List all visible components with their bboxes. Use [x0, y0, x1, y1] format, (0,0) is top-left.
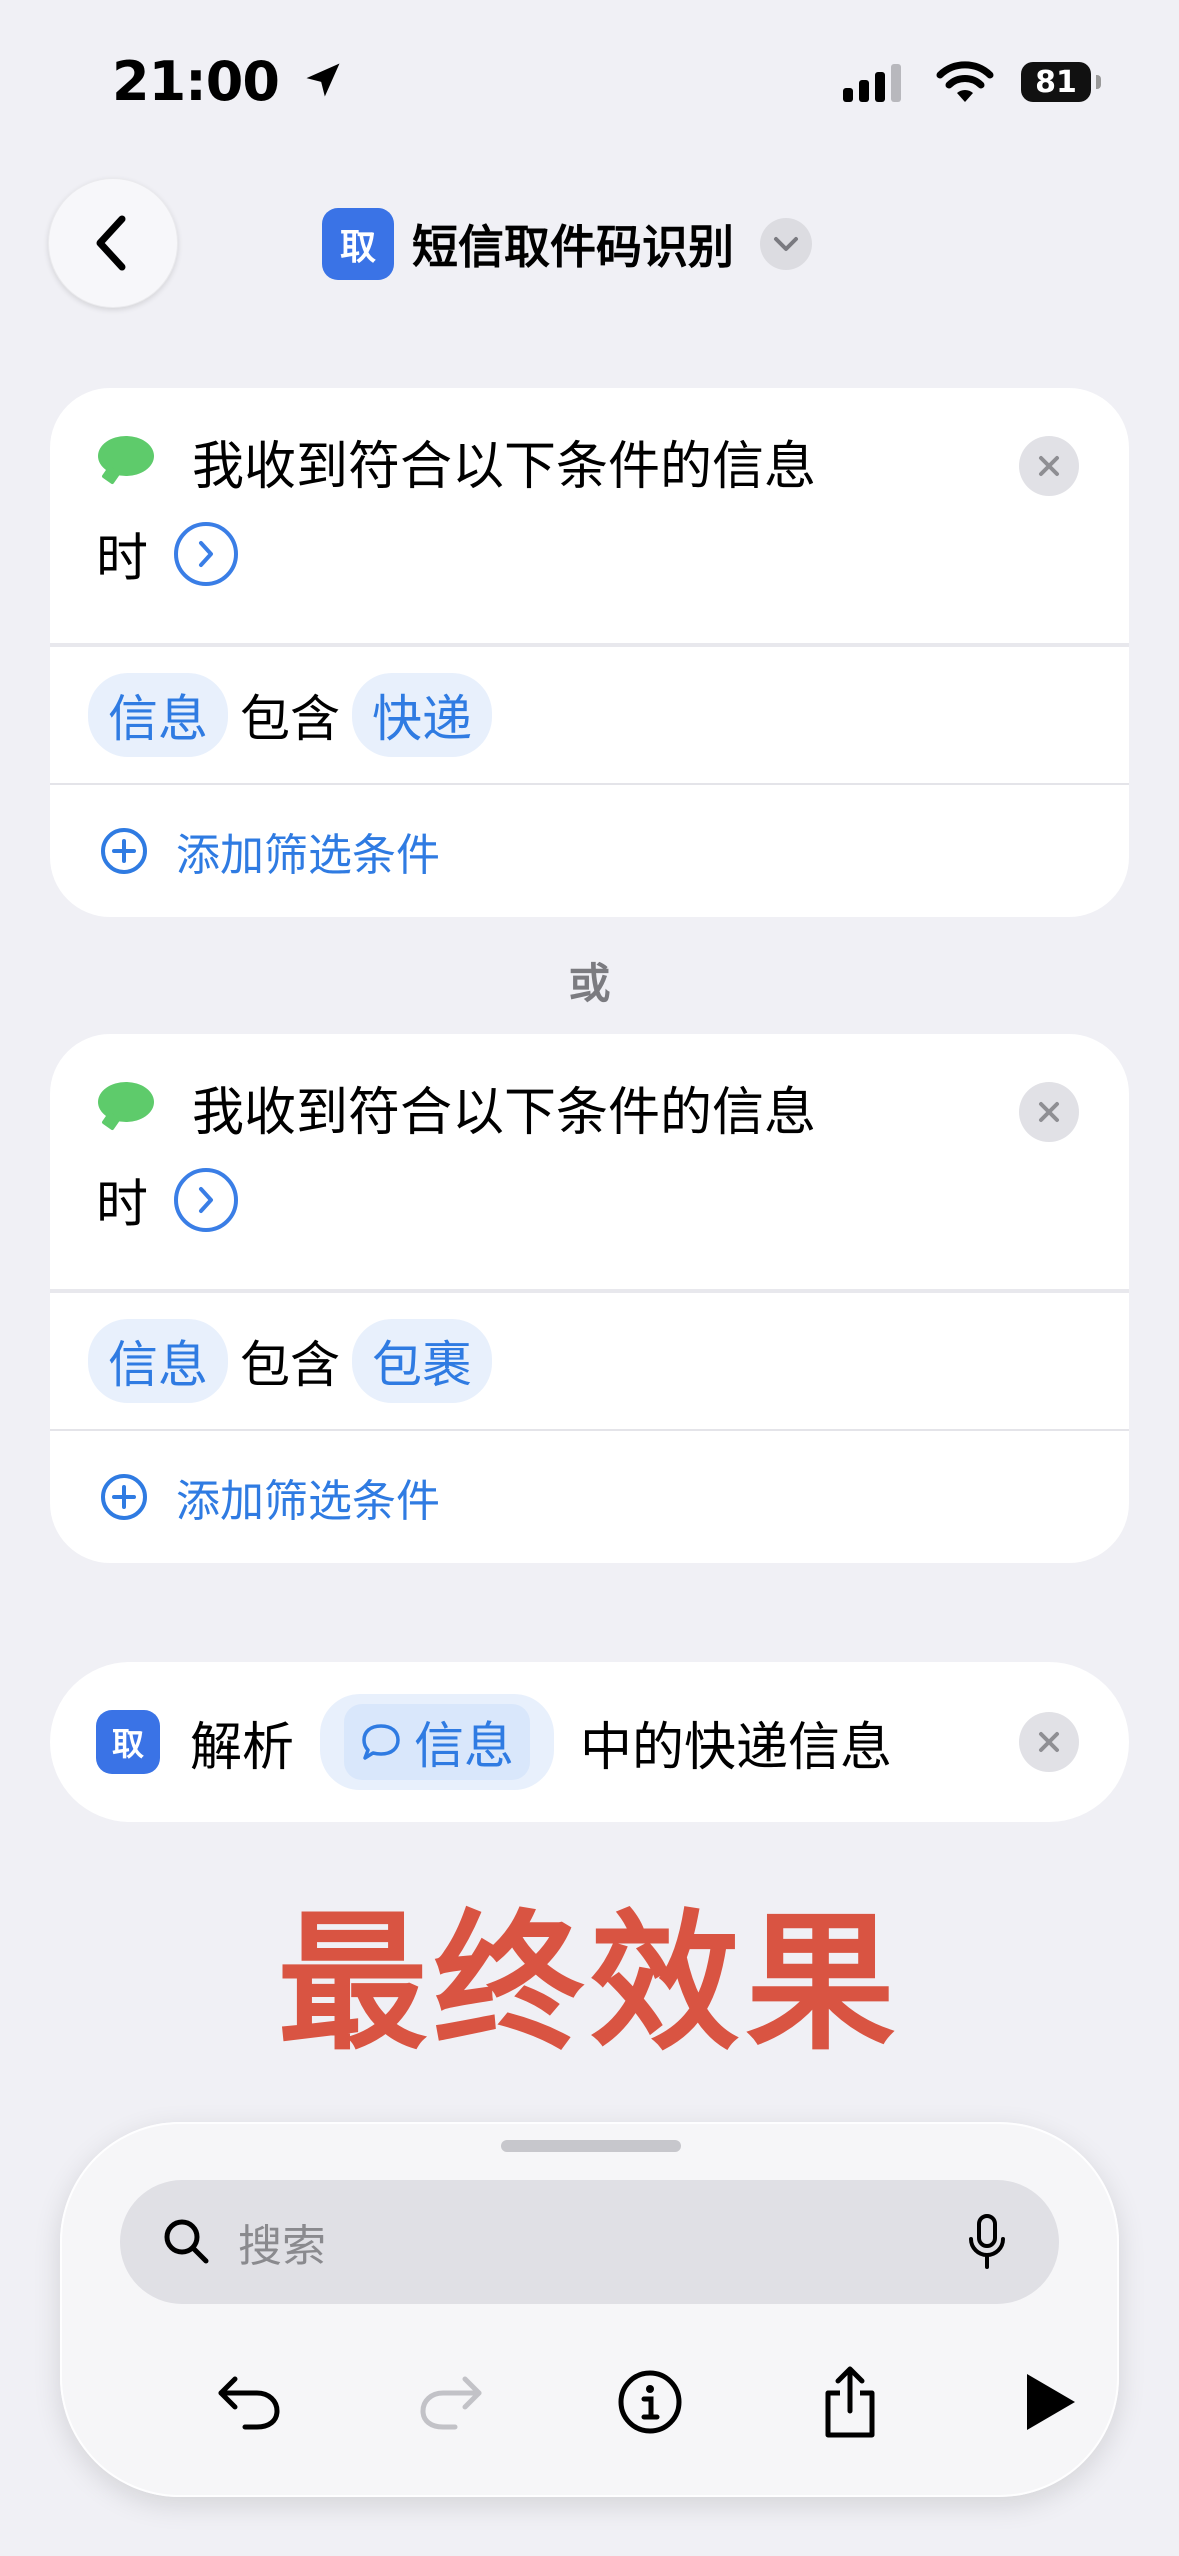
or-separator: 或	[568, 959, 611, 1008]
condition-operator[interactable]: 包含	[240, 1325, 340, 1397]
condition-value-token[interactable]: 包裹	[352, 1319, 492, 1403]
app-icon-glyph: 取	[339, 227, 376, 268]
trigger-text-line2: 时	[96, 516, 239, 591]
trigger-text: 我收到符合以下条件的信息	[192, 1083, 817, 1143]
trigger-header: 我收到符合以下条件的信息 时	[50, 388, 1129, 647]
signal-icon	[843, 64, 901, 102]
close-icon	[1039, 1732, 1059, 1752]
toolbar-actions	[60, 2342, 1119, 2462]
info-icon	[618, 2370, 682, 2434]
back-chevron-icon	[96, 215, 126, 271]
condition-value-token[interactable]: 快递	[352, 673, 492, 757]
share-button[interactable]	[790, 2342, 910, 2462]
back-button[interactable]	[48, 178, 178, 308]
trigger-card: 我收到符合以下条件的信息 时 信息 包含 快递 添加筛选条件	[50, 388, 1129, 917]
search-input[interactable]: 搜索	[120, 2180, 1059, 2304]
remove-trigger-button[interactable]	[1019, 1082, 1079, 1142]
add-filter-button[interactable]: 添加筛选条件	[50, 1431, 1129, 1563]
page-title: 短信取件码识别	[412, 220, 734, 274]
redo-button[interactable]	[390, 2342, 510, 2462]
undo-button[interactable]	[190, 2342, 310, 2462]
bottom-toolbar: 搜索	[60, 2122, 1119, 2497]
add-filter-label: 添加筛选条件	[176, 830, 440, 881]
wifi-icon	[936, 61, 994, 102]
info-button[interactable]	[590, 2342, 710, 2462]
filter-condition: 信息 包含 快递	[50, 647, 1129, 785]
chat-bubble-icon	[362, 1724, 400, 1760]
trigger-suffix: 时	[96, 529, 149, 589]
location-arrow-icon	[306, 63, 340, 97]
shortcut-app-icon: 取	[322, 208, 394, 280]
condition-operator[interactable]: 包含	[240, 679, 340, 751]
plus-circle-icon	[101, 828, 147, 874]
chevron-right-circle-icon[interactable]	[174, 521, 239, 586]
battery-icon: 81	[1021, 62, 1101, 102]
undo-icon	[218, 2376, 280, 2430]
share-icon	[825, 2366, 875, 2438]
microphone-icon[interactable]	[967, 2213, 1007, 2271]
message-variable-label: 信息	[414, 1717, 515, 1775]
trigger-suffix: 时	[96, 1175, 149, 1235]
action-card[interactable]: 取 解析 信息 中的快递信息	[50, 1662, 1129, 1822]
status-indicators: 81	[843, 60, 1101, 104]
sheet-grabber[interactable]	[501, 2140, 681, 2152]
chevron-down-icon[interactable]	[760, 218, 812, 270]
add-filter-label: 添加筛选条件	[176, 1476, 440, 1527]
add-filter-button[interactable]: 添加筛选条件	[50, 785, 1129, 917]
message-variable-inner: 信息	[344, 1704, 531, 1780]
message-variable-token[interactable]: 信息	[320, 1694, 555, 1790]
chevron-right-circle-icon[interactable]	[174, 1167, 239, 1232]
redo-icon	[420, 2376, 482, 2430]
messages-icon	[98, 436, 154, 476]
trigger-card: 我收到符合以下条件的信息 时 信息 包含 包裹 添加筛选条件	[50, 1034, 1129, 1563]
filter-condition: 信息 包含 包裹	[50, 1293, 1129, 1431]
plus-circle-icon	[101, 1474, 147, 1520]
action-verb: 解析	[190, 1717, 295, 1778]
battery-level: 81	[1035, 64, 1077, 100]
trigger-header: 我收到符合以下条件的信息 时	[50, 1034, 1129, 1293]
trigger-text: 我收到符合以下条件的信息	[192, 437, 817, 497]
close-icon	[1039, 456, 1059, 476]
close-icon	[1039, 1102, 1059, 1122]
final-result-caption: 最终效果	[277, 1897, 902, 2071]
condition-field-token[interactable]: 信息	[88, 673, 228, 757]
play-icon	[1027, 2374, 1075, 2430]
action-app-icon-glyph: 取	[111, 1725, 144, 1763]
trigger-text-line2: 时	[96, 1162, 239, 1237]
search-icon	[164, 2219, 209, 2264]
status-time-text: 21:00	[112, 50, 280, 113]
remove-trigger-button[interactable]	[1019, 436, 1079, 496]
search-placeholder: 搜索	[238, 2221, 326, 2272]
condition-field-token[interactable]: 信息	[88, 1319, 228, 1403]
action-suffix: 中的快递信息	[580, 1717, 893, 1778]
remove-action-button[interactable]	[1019, 1712, 1079, 1772]
action-app-icon: 取	[96, 1710, 160, 1774]
messages-icon	[98, 1082, 154, 1122]
run-button[interactable]	[990, 2342, 1110, 2462]
shortcut-title-menu[interactable]: 取 短信取件码识别	[322, 205, 812, 283]
status-time: 21:00	[112, 50, 345, 113]
